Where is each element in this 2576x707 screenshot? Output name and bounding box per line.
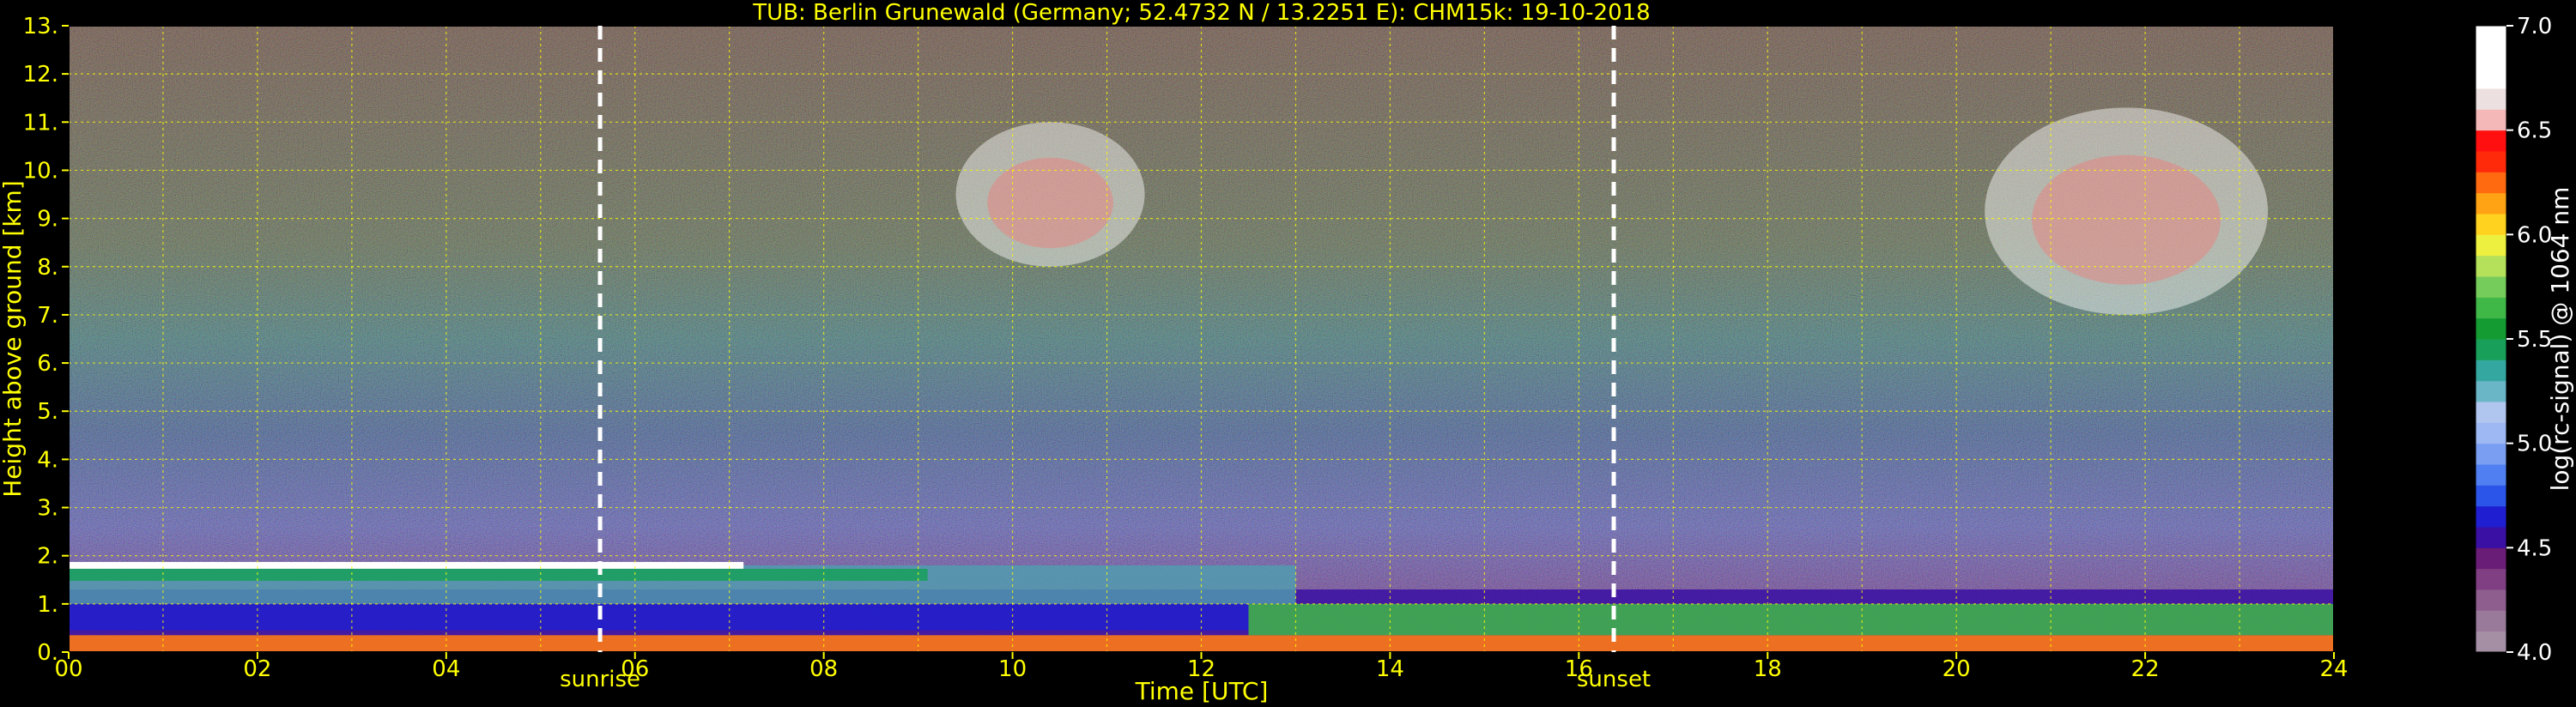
y-tick-label: 2. [37, 544, 58, 570]
x-tick-label: 22 [2131, 656, 2160, 682]
colorbar-segment [2476, 297, 2506, 319]
y-tick-label: 13. [23, 14, 58, 39]
y-tick-label: 8. [37, 255, 58, 281]
colorbar-segment [2476, 46, 2506, 69]
colorbar-segment [2476, 631, 2506, 653]
y-tick-label: 9. [37, 207, 58, 233]
residual-layer-green [69, 568, 928, 581]
colorbar-segment [2476, 443, 2506, 465]
colorbar-tick-label: 4.0 [2517, 640, 2552, 666]
x-tick-label: 04 [432, 656, 460, 682]
y-axis-label: Height above ground [km] [0, 180, 27, 498]
colorbar-tick-label: 7.0 [2517, 14, 2552, 39]
colorbar-segment [2476, 339, 2506, 360]
y-tick-label: 12. [23, 62, 58, 88]
colorbar-segment [2476, 317, 2506, 340]
colorbar-segment [2476, 589, 2506, 611]
colorbar-segment [2476, 464, 2506, 486]
x-tick-label: 20 [1943, 656, 1971, 682]
y-tick-label: 4. [37, 447, 58, 473]
aerosol-layer-afternoon [1248, 603, 2334, 636]
colorbar-segment [2476, 26, 2506, 47]
colorbar-segment [2476, 234, 2506, 257]
x-axis-label: Time [UTC] [1135, 677, 1269, 705]
colorbar-segment [2476, 380, 2506, 402]
colorbar-segment [2476, 214, 2506, 235]
x-tick-label: 02 [243, 656, 271, 682]
aerosol-layer-night [69, 603, 1249, 631]
sunrise-label: sunrise [560, 667, 640, 692]
colorbar-segment [2476, 109, 2506, 131]
aerosol-layer-surface [69, 635, 2334, 652]
colorbar-segment [2476, 88, 2506, 110]
y-tick-label: 11. [23, 110, 58, 136]
residual-layer-top [69, 561, 744, 569]
colorbar-segment [2476, 422, 2506, 444]
colorbar-segment [2476, 547, 2506, 570]
cirrus-1-core [987, 157, 1113, 249]
colorbar-segment [2476, 192, 2506, 215]
x-tick-label: 14 [1376, 656, 1404, 682]
lidar-chart: 0.1.2.3.4.5.6.7.8.9.10.11.12.13. 00 02 04 0… [0, 0, 2574, 705]
cirrus-2-core [2032, 154, 2221, 285]
colorbar-tick-label: 4.5 [2517, 535, 2552, 561]
x-tick-label: 08 [809, 656, 838, 682]
y-tick-labels: 0.1.2.3.4.5.6.7.8.9.10.11.12.13. [23, 14, 69, 666]
y-tick-label: 10. [23, 158, 58, 184]
colorbar: 4.04.55.05.56.06.57.0 log(rc-signal) @ 1… [2475, 14, 2574, 666]
y-tick-label: 3. [37, 496, 58, 522]
y-tick-label: 7. [37, 303, 58, 329]
sunset-label: sunset [1577, 667, 1651, 692]
colorbar-segment [2476, 255, 2506, 277]
x-tick-label: 24 [2319, 656, 2348, 682]
colorbar-segment [2476, 360, 2506, 382]
colorbar-segments [2476, 26, 2506, 653]
chart-title: TUB: Berlin Grunewald (Germany; 52.4732 … [752, 0, 1650, 26]
colorbar-segment [2476, 402, 2506, 423]
y-tick-label: 5. [37, 399, 58, 425]
y-tick-label: 1. [37, 592, 58, 618]
y-tick-label: 6. [37, 351, 58, 377]
colorbar-segment [2476, 527, 2506, 548]
colorbar-tick-label: 6.5 [2517, 118, 2552, 144]
colorbar-segment [2476, 568, 2506, 590]
colorbar-segment [2476, 485, 2506, 507]
colorbar-segment [2476, 151, 2506, 172]
x-tick-label: 00 [54, 656, 82, 682]
colorbar-segment [2476, 172, 2506, 194]
x-tick-label: 18 [1754, 656, 1782, 682]
colorbar-label: log(rc-signal) @ 1064 nm [2546, 187, 2574, 492]
colorbar-segment [2476, 610, 2506, 632]
colorbar-segment [2476, 505, 2506, 528]
colorbar-segment [2476, 276, 2506, 298]
colorbar-segment [2476, 67, 2506, 89]
colorbar-segment [2476, 130, 2506, 152]
x-tick-label: 10 [998, 656, 1027, 682]
